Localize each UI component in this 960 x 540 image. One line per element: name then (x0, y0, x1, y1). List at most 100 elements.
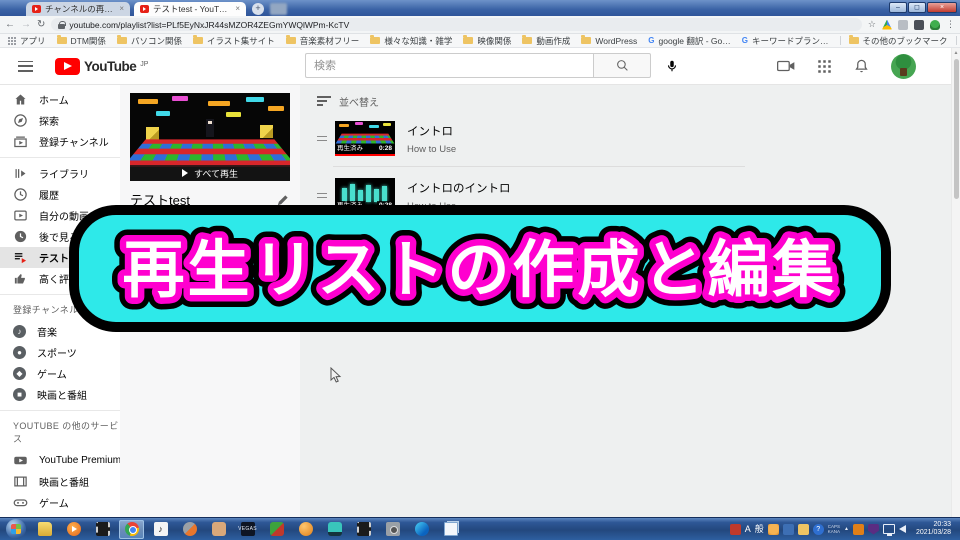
drag-handle[interactable] (317, 192, 333, 199)
bookmark-folder[interactable]: 様々な知識・雑学 (370, 35, 452, 47)
page-scrollbar[interactable]: ▲ (951, 48, 960, 517)
bookmark-google-translate[interactable]: Ggoogle 翻訳 - Go… (648, 35, 731, 47)
bookmark-star-icon[interactable]: ☆ (868, 19, 876, 30)
bookmark-keyword-planner[interactable]: G キーワードプラン… (742, 35, 829, 47)
video-thumbnail[interactable]: 再生済み 0:28 (335, 121, 395, 156)
video-title[interactable]: イントロ (407, 123, 456, 139)
sidebar-item-gaming[interactable]: ゲーム (0, 492, 120, 513)
bookmark-folder[interactable]: DTM関係 (56, 35, 106, 47)
tray-app-icon[interactable] (767, 523, 779, 535)
browser-tab-channel-playlists[interactable]: チャンネルの再生リスト - YouT × (26, 2, 130, 16)
sidebar-channel-movies[interactable]: ■ 映画と番組 (0, 384, 120, 405)
bookmark-folder[interactable]: イラスト集サイト (192, 35, 275, 47)
taskbar-explorer[interactable] (32, 520, 57, 539)
tray-app-icon[interactable] (852, 523, 864, 535)
scrollbar-thumb[interactable] (953, 59, 959, 199)
sidebar-channel-music[interactable]: ♪ 音楽 (0, 321, 120, 342)
tray-app-icon[interactable] (782, 523, 794, 535)
taskbar-edge[interactable] (409, 520, 434, 539)
notifications-bell-icon[interactable] (854, 58, 869, 74)
video-channel[interactable]: How to Use (407, 201, 511, 212)
apps-grid-icon[interactable] (817, 59, 832, 74)
sidebar-item-playlist-test[interactable]: テストtest (0, 247, 120, 268)
other-bookmarks[interactable]: その他のブックマーク (848, 35, 948, 47)
edit-pencil-icon[interactable] (276, 193, 290, 207)
sidebar-item-library[interactable]: ライブラリ (0, 163, 120, 184)
browser-tab-playlist-test[interactable]: テストtest - YouTube × (134, 2, 246, 16)
volume-icon[interactable] (898, 525, 906, 533)
sidebar-channel-sports[interactable]: ● スポーツ (0, 342, 120, 363)
playlist-thumbnail[interactable]: すべて再生 (130, 93, 290, 181)
taskbar-chrome[interactable] (119, 519, 144, 539)
sidebar-item-movies[interactable]: 映画と番組 (0, 471, 120, 492)
sort-button[interactable]: 並べ替え (317, 92, 960, 110)
maximize-button[interactable]: ◻ (908, 2, 926, 13)
sidebar-item-premium[interactable]: YouTube Premium (0, 450, 120, 471)
sidebar-item-explore[interactable]: 探索 (0, 110, 120, 131)
taskbar-documents[interactable] (438, 520, 463, 539)
extension-icon[interactable] (898, 19, 908, 30)
search-button[interactable] (593, 53, 651, 78)
taskbar-app[interactable] (206, 520, 231, 539)
address-bar[interactable]: youtube.com/playlist?list=PLf5EyNxJR44sM… (51, 18, 862, 31)
video-row[interactable]: 再生済み 0:28 イントロのイントロ How to Use (317, 178, 960, 213)
tab-close-icon[interactable]: × (119, 5, 124, 13)
taskbar-clock[interactable]: 20:33 2021/03/28 (910, 521, 955, 538)
taskbar-app[interactable] (293, 520, 318, 539)
back-icon[interactable]: ← (5, 17, 15, 33)
sidebar-item-subscriptions[interactable]: 登録チャンネル (0, 131, 120, 152)
taskbar-video-app[interactable] (90, 520, 115, 539)
sidebar-item-your-videos[interactable]: 自分の動画 (0, 205, 120, 226)
youtube-logo[interactable]: YouTube JP (55, 57, 148, 75)
sidebar-channel-gaming[interactable]: ◆ ゲーム (0, 363, 120, 384)
bookmark-folder[interactable]: WordPress (581, 35, 637, 46)
close-button[interactable]: × (927, 2, 957, 13)
reload-icon[interactable]: ↻ (37, 17, 45, 33)
taskbar-camera-app[interactable] (380, 520, 405, 539)
extension-icon[interactable] (914, 19, 924, 30)
video-title[interactable]: イントロのイントロ (407, 180, 511, 196)
bookmark-apps[interactable]: アプリ (8, 35, 46, 47)
taskbar-miku-app[interactable] (322, 520, 347, 539)
ime-mode[interactable]: A (745, 524, 751, 535)
drive-extension-icon[interactable] (882, 19, 892, 30)
tree-extension-icon[interactable] (930, 19, 940, 30)
video-channel[interactable]: How to Use (407, 144, 456, 155)
taskbar-vegas[interactable]: VEGAS (235, 520, 260, 539)
drag-handle[interactable] (317, 135, 333, 142)
bookmark-folder[interactable]: 音楽素材フリー (285, 35, 359, 47)
scroll-up-arrow[interactable]: ▲ (952, 48, 960, 58)
video-thumbnail[interactable]: 再生済み 0:28 (335, 178, 395, 213)
taskbar-music-app[interactable]: ♪ (148, 520, 173, 539)
tray-folder-icon[interactable] (797, 523, 809, 535)
new-tab-button[interactable]: + (252, 3, 264, 15)
sidebar-item-liked-videos[interactable]: 高く評価した動画 (0, 268, 120, 289)
taskbar-app[interactable] (177, 520, 202, 539)
tab-close-icon[interactable]: × (235, 5, 240, 13)
video-row[interactable]: 再生済み 0:28 イントロ How to Use (317, 121, 960, 156)
ime-kana-mode[interactable]: 般 (755, 524, 764, 535)
taskbar-app[interactable] (264, 520, 289, 539)
network-icon[interactable] (882, 524, 895, 536)
bookmark-folder[interactable]: パソコン関係 (116, 35, 182, 47)
sidebar-item-history[interactable]: 履歴 (0, 184, 120, 205)
taskbar-video-app[interactable] (351, 520, 376, 539)
forward-icon[interactable]: → (21, 17, 31, 33)
search-input[interactable] (305, 53, 593, 78)
minimize-button[interactable]: – (889, 2, 907, 13)
start-button[interactable] (6, 519, 26, 539)
sidebar-item-watch-later[interactable]: 後で見る (0, 226, 120, 247)
hamburger-menu-icon[interactable] (18, 60, 33, 72)
bookmark-folder[interactable]: 動画作成 (522, 35, 570, 47)
account-avatar[interactable] (891, 53, 916, 79)
taskbar-media-player[interactable] (61, 520, 86, 539)
hidden-icons-arrow[interactable]: ▲ (844, 526, 849, 532)
play-all-bar[interactable]: すべて再生 (130, 165, 290, 181)
bookmark-folder[interactable]: 映像関係 (463, 35, 511, 47)
tray-app-icon[interactable] (729, 523, 741, 535)
mic-icon[interactable] (665, 59, 679, 73)
create-video-icon[interactable] (777, 59, 795, 73)
chrome-menu-icon[interactable]: ⋮ (946, 19, 955, 30)
sidebar-item-home[interactable]: ホーム (0, 89, 120, 110)
tray-help-icon[interactable]: ? (812, 523, 824, 535)
